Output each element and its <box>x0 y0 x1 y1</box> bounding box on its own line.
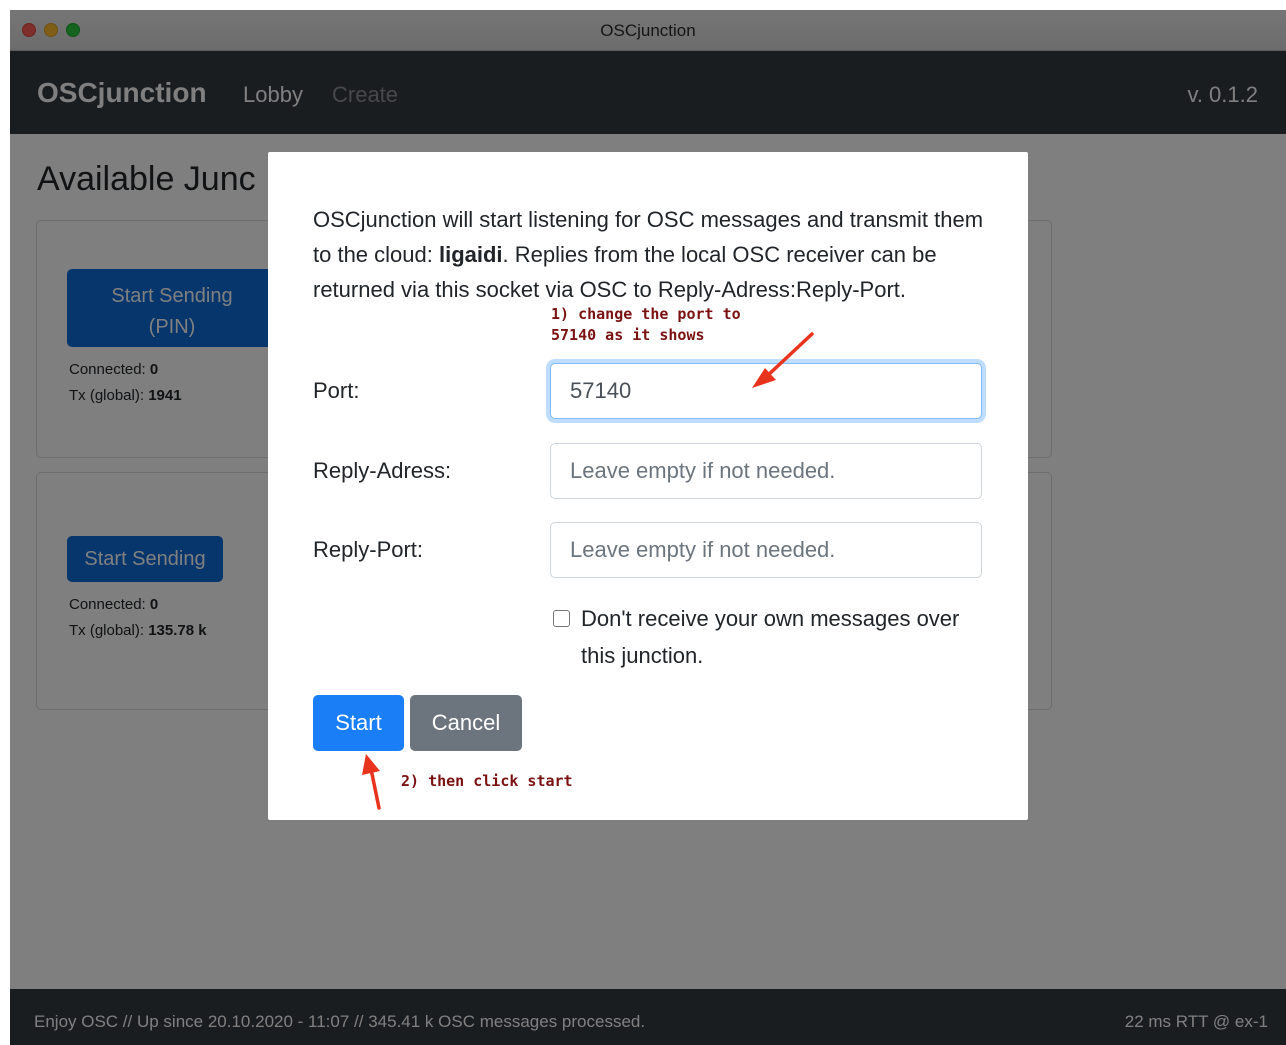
app-window: OSCjunction OSCjunction Lobby Create v. … <box>10 10 1286 1045</box>
annotation-arrow-port <box>752 332 814 388</box>
reply-port-input[interactable] <box>550 522 982 578</box>
cancel-button[interactable]: Cancel <box>410 695 522 751</box>
reply-port-label: Reply-Port: <box>313 537 424 562</box>
cloud-name: ligaidi <box>438 242 503 267</box>
annotation-step-2: 2) then click start <box>401 772 573 790</box>
reply-address-label: Reply-Adress: <box>313 458 452 483</box>
reply-address-input[interactable] <box>550 443 982 499</box>
own-messages-checkbox-label[interactable]: Don't receive your own messages over thi… <box>581 600 981 674</box>
port-label: Port: <box>313 378 360 403</box>
start-button[interactable]: Start <box>313 695 404 751</box>
start-junction-modal: OSCjunction will start listening for OSC… <box>268 152 1028 820</box>
annotation-arrow-start <box>362 754 381 810</box>
annotation-step-1: 1) change the port to 57140 as it shows <box>551 305 741 344</box>
modal-description: OSCjunction will start listening for OSC… <box>313 202 993 307</box>
own-messages-checkbox[interactable] <box>553 610 570 627</box>
